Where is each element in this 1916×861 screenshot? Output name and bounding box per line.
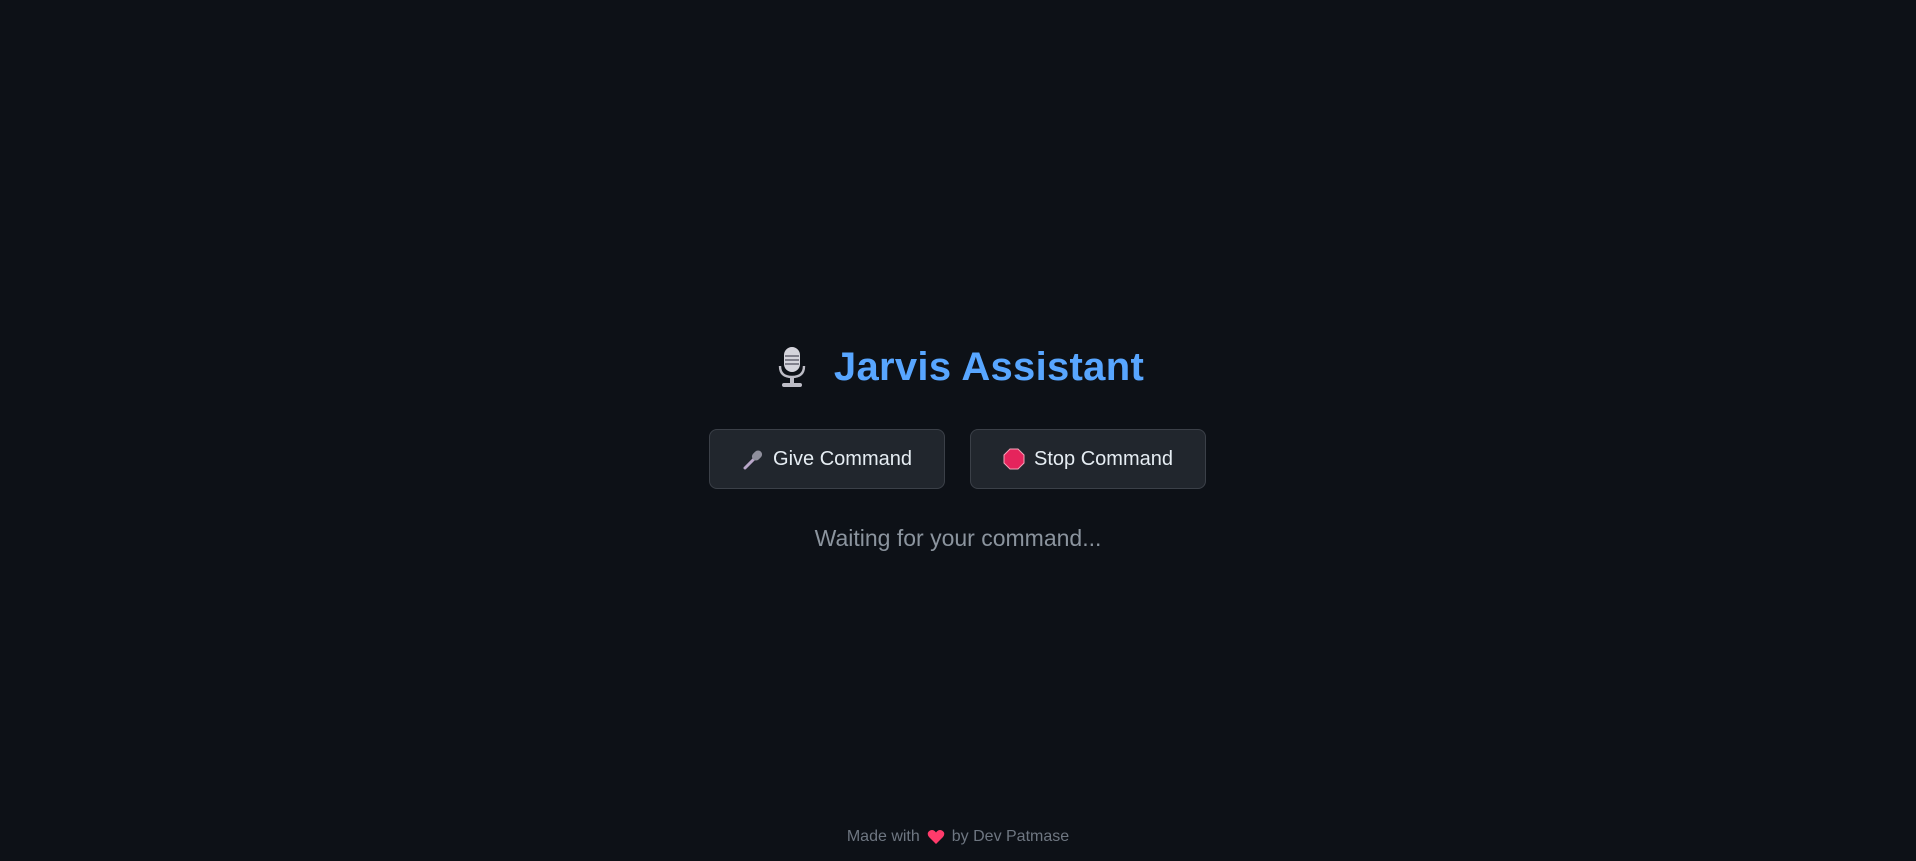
microphone-icon — [742, 448, 764, 470]
command-buttons: Give Command Stop Command — [709, 429, 1206, 489]
footer-prefix: Made with — [846, 828, 920, 845]
status-text: Waiting for your command... — [814, 525, 1102, 551]
microphone-icon — [772, 343, 812, 391]
stop-command-button[interactable]: Stop Command — [970, 429, 1206, 489]
footer: Made with by Dev Patmase — [0, 828, 1916, 846]
page-header: Jarvis Assistant — [0, 336, 1916, 398]
give-command-button[interactable]: Give Command — [709, 429, 945, 489]
footer-suffix: by Dev Patmase — [951, 828, 1070, 845]
stop-icon — [1003, 448, 1025, 470]
stop-command-label: Stop Command — [1034, 447, 1173, 470]
give-command-label: Give Command — [773, 447, 912, 470]
heart-icon — [927, 829, 945, 845]
page-title: Jarvis Assistant — [833, 344, 1145, 389]
app-root: Jarvis Assistant Give Command Stop Comma… — [0, 0, 1916, 861]
